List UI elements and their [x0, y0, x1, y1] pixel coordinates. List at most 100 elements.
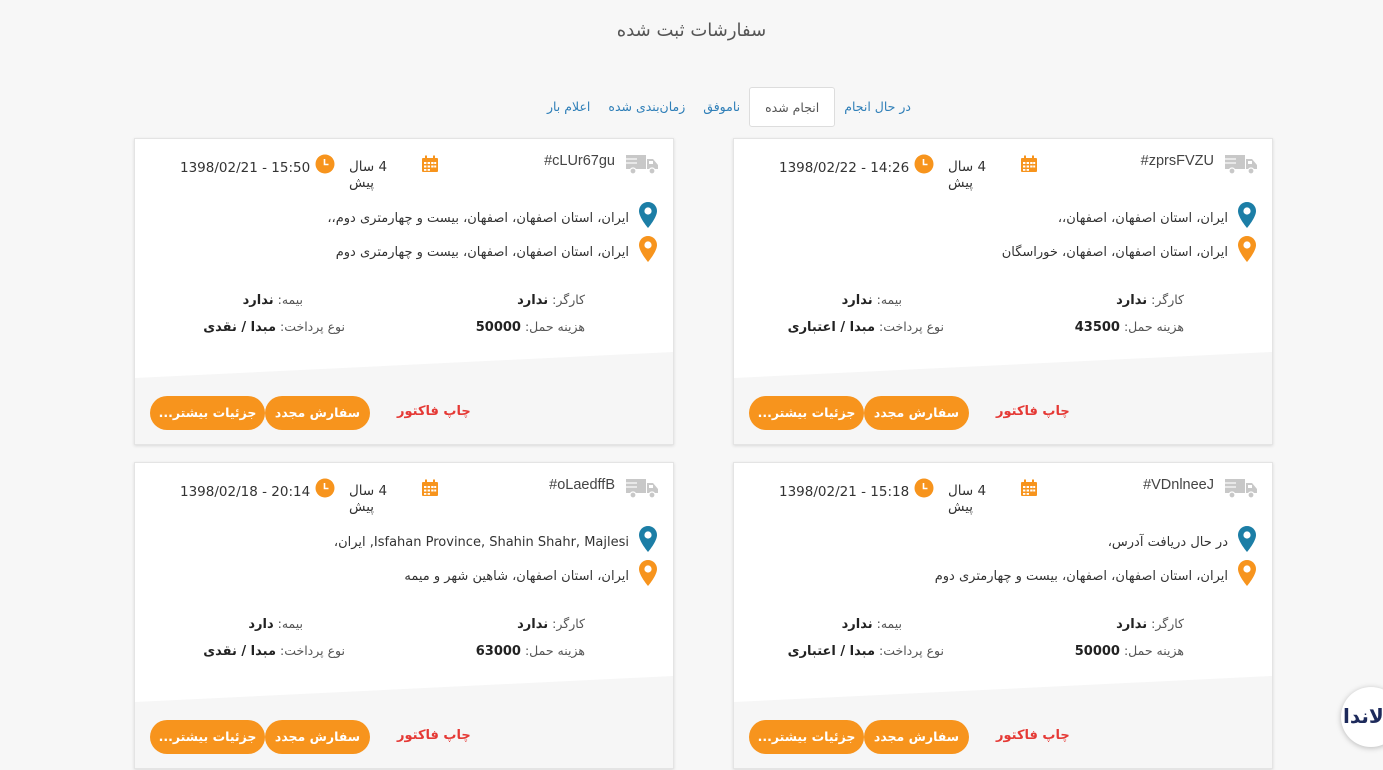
- cost-info: هزینه حمل: 43500: [1075, 319, 1184, 335]
- insurance-info: بیمه: دارد: [248, 616, 303, 632]
- cost-value: 43500: [1074, 320, 1120, 335]
- destination-address: ایران، استان اصفهان، اصفهان، بیست و چهار…: [934, 569, 1228, 584]
- payment-value: مبدا / نقدی: [203, 644, 277, 659]
- reorder-button[interactable]: سفارش مجدد: [864, 720, 969, 754]
- order-datetime: 1398/02/22 - 14:26: [779, 160, 910, 176]
- insurance-info: بیمه: ندارد: [842, 292, 902, 308]
- order-age: 4 سال پیش: [948, 483, 987, 515]
- order-id: #cLUr67gu: [544, 153, 615, 169]
- cost-label: هزینه حمل:: [524, 643, 585, 658]
- order-datetime: 1398/02/21 - 15:50: [180, 160, 311, 176]
- order-age: 4 سال پیش: [948, 159, 987, 191]
- order-status-tabs: در حال انجام انجام شده ناموفق زمان‌بندی …: [490, 87, 920, 127]
- origin-address: ایران، استان اصفهان، اصفهان، بیست و چهار…: [327, 211, 629, 226]
- reorder-button[interactable]: سفارش مجدد: [864, 396, 969, 430]
- details-button[interactable]: جزئیات بیشتر...: [749, 396, 864, 430]
- order-datetime: 1398/02/21 - 15:18: [779, 484, 910, 500]
- cost-label: هزینه حمل:: [1123, 643, 1184, 658]
- payment-label: نوع پرداخت:: [280, 643, 345, 658]
- payment-info: نوع پرداخت: مبدا / اعتباری: [788, 643, 944, 659]
- payment-label: نوع پرداخت:: [879, 319, 944, 334]
- cost-label: هزینه حمل:: [1123, 319, 1184, 334]
- destination-pin-icon: [1238, 236, 1256, 266]
- details-button[interactable]: جزئیات بیشتر...: [150, 396, 265, 430]
- insurance-value: ندارد: [841, 617, 873, 632]
- worker-label: کارگر:: [552, 616, 585, 631]
- payment-value: مبدا / اعتباری: [787, 644, 876, 659]
- worker-info: کارگر: ندارد: [1116, 292, 1184, 308]
- insurance-value: دارد: [248, 617, 274, 632]
- cost-value: 50000: [475, 320, 521, 335]
- clock-icon: [914, 154, 934, 178]
- insurance-info: بیمه: ندارد: [842, 616, 902, 632]
- insurance-label: بیمه:: [277, 616, 303, 631]
- print-invoice-link[interactable]: چاپ فاکتور: [996, 404, 1070, 419]
- origin-address: در حال دریافت آدرس،: [1107, 535, 1228, 550]
- order-card: #oLaedffB 4 سال پیش 1398/02/18 - 20:14 Isfa…: [134, 462, 674, 769]
- cost-info: هزینه حمل: 50000: [476, 319, 585, 335]
- print-invoice-link[interactable]: چاپ فاکتور: [996, 728, 1070, 743]
- cost-label: هزینه حمل:: [524, 319, 585, 334]
- payment-info: نوع پرداخت: مبدا / نقدی: [203, 643, 345, 659]
- cost-value: 63000: [475, 644, 521, 659]
- details-button[interactable]: جزئیات بیشتر...: [749, 720, 864, 754]
- truck-icon: [625, 476, 659, 504]
- clock-icon: [315, 154, 335, 178]
- origin-pin-icon: [1238, 526, 1256, 556]
- origin-pin-icon: [639, 526, 657, 556]
- cost-info: هزینه حمل: 63000: [476, 643, 585, 659]
- order-card: #zprsFVZU 4 سال پیش 1398/02/22 - 14:26 ایرا…: [733, 138, 1273, 445]
- cost-info: هزینه حمل: 50000: [1075, 643, 1184, 659]
- truck-icon: [1224, 476, 1258, 504]
- order-datetime: 1398/02/18 - 20:14: [180, 484, 311, 500]
- origin-address: ایران، استان اصفهان، اصفهان،،: [1057, 211, 1228, 226]
- payment-info: نوع پرداخت: مبدا / نقدی: [203, 319, 345, 335]
- worker-value: ندارد: [517, 293, 549, 308]
- destination-pin-icon: [1238, 560, 1256, 590]
- origin-pin-icon: [1238, 202, 1256, 232]
- chat-widget-button[interactable]: لاندا: [1341, 687, 1383, 747]
- payment-info: نوع پرداخت: مبدا / اعتباری: [788, 319, 944, 335]
- destination-address: ایران، استان اصفهان، اصفهان، بیست و چهار…: [335, 245, 629, 260]
- worker-info: کارگر: ندارد: [1116, 616, 1184, 632]
- calendar-icon: [1020, 479, 1038, 501]
- order-card: #VDnlneeJ 4 سال پیش 1398/02/21 - 15:18 در ح…: [733, 462, 1273, 769]
- tab-scheduled[interactable]: زمان‌بندی شده: [599, 87, 694, 127]
- worker-info: کارگر: ندارد: [517, 616, 585, 632]
- tab-failed[interactable]: ناموفق: [694, 87, 749, 127]
- insurance-info: بیمه: ندارد: [243, 292, 303, 308]
- tab-cargo-announcement[interactable]: اعلام بار: [538, 87, 599, 127]
- worker-label: کارگر:: [1151, 616, 1184, 631]
- calendar-icon: [1020, 155, 1038, 177]
- reorder-button[interactable]: سفارش مجدد: [265, 396, 370, 430]
- insurance-value: ندارد: [242, 293, 274, 308]
- order-id: #zprsFVZU: [1140, 153, 1214, 169]
- destination-pin-icon: [639, 236, 657, 266]
- order-id: #oLaedffB: [549, 477, 615, 493]
- order-age: 4 سال پیش: [349, 483, 388, 515]
- cost-value: 50000: [1074, 644, 1120, 659]
- tab-completed[interactable]: انجام شده: [749, 87, 836, 127]
- origin-pin-icon: [639, 202, 657, 232]
- order-id: #VDnlneeJ: [1143, 477, 1214, 493]
- worker-value: ندارد: [1116, 617, 1148, 632]
- insurance-label: بیمه:: [876, 616, 902, 631]
- calendar-icon: [421, 479, 439, 501]
- worker-value: ندارد: [517, 617, 549, 632]
- worker-value: ندارد: [1116, 293, 1148, 308]
- print-invoice-link[interactable]: چاپ فاکتور: [397, 404, 471, 419]
- tab-in-progress[interactable]: در حال انجام: [835, 87, 920, 127]
- worker-info: کارگر: ندارد: [517, 292, 585, 308]
- reorder-button[interactable]: سفارش مجدد: [265, 720, 370, 754]
- truck-icon: [625, 152, 659, 180]
- payment-label: نوع پرداخت:: [280, 319, 345, 334]
- insurance-label: بیمه:: [277, 292, 303, 307]
- insurance-value: ندارد: [841, 293, 873, 308]
- chat-logo: لاندا: [1343, 704, 1383, 728]
- payment-value: مبدا / نقدی: [203, 320, 277, 335]
- worker-label: کارگر:: [552, 292, 585, 307]
- worker-label: کارگر:: [1151, 292, 1184, 307]
- order-card: #cLUr67gu 4 سال پیش 1398/02/21 - 15:50 ایرا…: [134, 138, 674, 445]
- details-button[interactable]: جزئیات بیشتر...: [150, 720, 265, 754]
- print-invoice-link[interactable]: چاپ فاکتور: [397, 728, 471, 743]
